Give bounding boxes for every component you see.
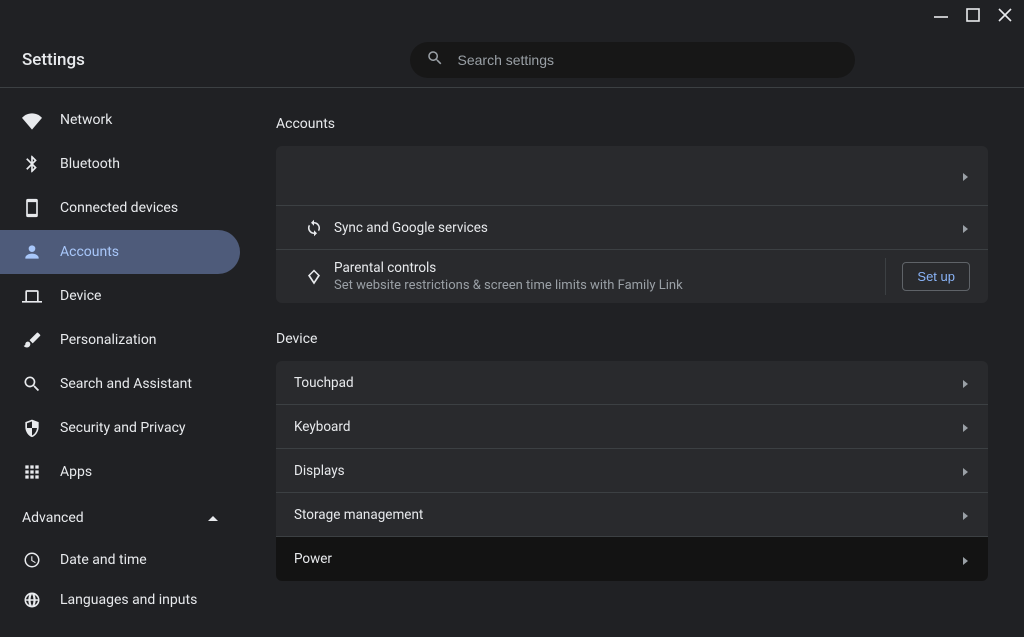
search-box[interactable]: [410, 42, 855, 78]
section-card-accounts: Sync and Google services Parental control…: [276, 146, 988, 303]
row-label: Power: [294, 551, 962, 567]
row-label: Touchpad: [294, 375, 962, 391]
search-icon: [22, 374, 42, 394]
search-icon: [426, 49, 444, 71]
chevron-right-icon: [962, 417, 970, 436]
chevron-right-icon: [962, 166, 970, 185]
sidebar-item-security[interactable]: Security and Privacy: [0, 406, 240, 450]
section-title-accounts: Accounts: [276, 116, 988, 132]
sidebar: Network Bluetooth Connected devices Account…: [0, 88, 240, 637]
sidebar-item-datetime[interactable]: Date and time: [0, 540, 240, 580]
sidebar-item-label: Date and time: [60, 552, 147, 568]
sidebar-item-accounts[interactable]: Accounts: [0, 230, 240, 274]
sync-icon: [294, 219, 334, 237]
chevron-right-icon: [962, 505, 970, 524]
divider: [885, 258, 886, 295]
maximize-icon[interactable]: [966, 7, 980, 26]
setup-button[interactable]: Set up: [902, 262, 970, 291]
sidebar-item-label: Network: [60, 112, 112, 128]
section-card-device: Touchpad Keyboard Displays Storage manageme…: [276, 361, 988, 581]
sidebar-item-label: Connected devices: [60, 200, 178, 216]
sidebar-item-languages[interactable]: Languages and inputs: [0, 580, 240, 620]
clock-icon: [22, 551, 42, 569]
window-controls: [922, 0, 1024, 32]
laptop-icon: [22, 286, 42, 306]
sidebar-item-device[interactable]: Device: [0, 274, 240, 318]
sidebar-item-label: Device: [60, 288, 101, 304]
row-sync-and-google-services[interactable]: Sync and Google services: [276, 206, 988, 250]
close-icon[interactable]: [998, 7, 1012, 26]
row-label: Storage management: [294, 507, 962, 523]
chevron-right-icon: [962, 218, 970, 237]
row-sublabel: Set website restrictions & screen time l…: [334, 278, 877, 293]
row-label: Displays: [294, 463, 962, 479]
sidebar-item-label: Bluetooth: [60, 156, 120, 172]
chevron-right-icon: [962, 550, 970, 569]
section-title-device: Device: [276, 331, 988, 347]
header: Settings: [0, 32, 1024, 88]
grid-icon: [22, 462, 42, 482]
account-summary-row[interactable]: [276, 146, 988, 206]
sidebar-item-personalization[interactable]: Personalization: [0, 318, 240, 362]
row-label: Sync and Google services: [334, 220, 962, 236]
row-storage-management[interactable]: Storage management: [276, 493, 988, 537]
sidebar-advanced-label: Advanced: [22, 510, 84, 526]
sidebar-item-label: Security and Privacy: [60, 420, 186, 436]
bluetooth-icon: [22, 154, 42, 174]
row-keyboard[interactable]: Keyboard: [276, 405, 988, 449]
row-displays[interactable]: Displays: [276, 449, 988, 493]
sidebar-item-apps[interactable]: Apps: [0, 450, 240, 494]
row-power[interactable]: Power: [276, 537, 988, 581]
shield-icon: [22, 418, 42, 438]
globe-icon: [22, 591, 42, 609]
chevron-right-icon: [962, 373, 970, 392]
sidebar-item-connected[interactable]: Connected devices: [0, 186, 240, 230]
row-parental-controls: Parental controls Set website restriction…: [276, 250, 988, 303]
sidebar-item-search[interactable]: Search and Assistant: [0, 362, 240, 406]
sidebar-item-label: Accounts: [60, 244, 119, 260]
chevron-up-icon: [208, 509, 218, 528]
minimize-icon[interactable]: [934, 4, 948, 28]
person-icon: [22, 242, 42, 262]
sidebar-item-network[interactable]: Network: [0, 98, 240, 142]
row-label: Keyboard: [294, 419, 962, 435]
main-content: Accounts Sync and Google services Parental…: [240, 88, 1024, 637]
search-input[interactable]: [458, 52, 839, 68]
sidebar-item-label: Apps: [60, 464, 92, 480]
sidebar-item-bluetooth[interactable]: Bluetooth: [0, 142, 240, 186]
chevron-right-icon: [962, 461, 970, 480]
diamond-icon: [294, 268, 334, 286]
sidebar-item-label: Languages and inputs: [60, 592, 197, 608]
brush-icon: [22, 330, 42, 350]
page-title: Settings: [0, 50, 240, 70]
sidebar-item-label: Personalization: [60, 332, 157, 348]
sidebar-advanced-toggle[interactable]: Advanced: [0, 500, 240, 536]
search-wrap: [240, 42, 1024, 78]
sidebar-item-label: Search and Assistant: [60, 376, 192, 392]
wifi-icon: [22, 110, 42, 130]
device-square-icon: [22, 198, 42, 218]
row-label: Parental controls: [334, 260, 877, 276]
row-touchpad[interactable]: Touchpad: [276, 361, 988, 405]
